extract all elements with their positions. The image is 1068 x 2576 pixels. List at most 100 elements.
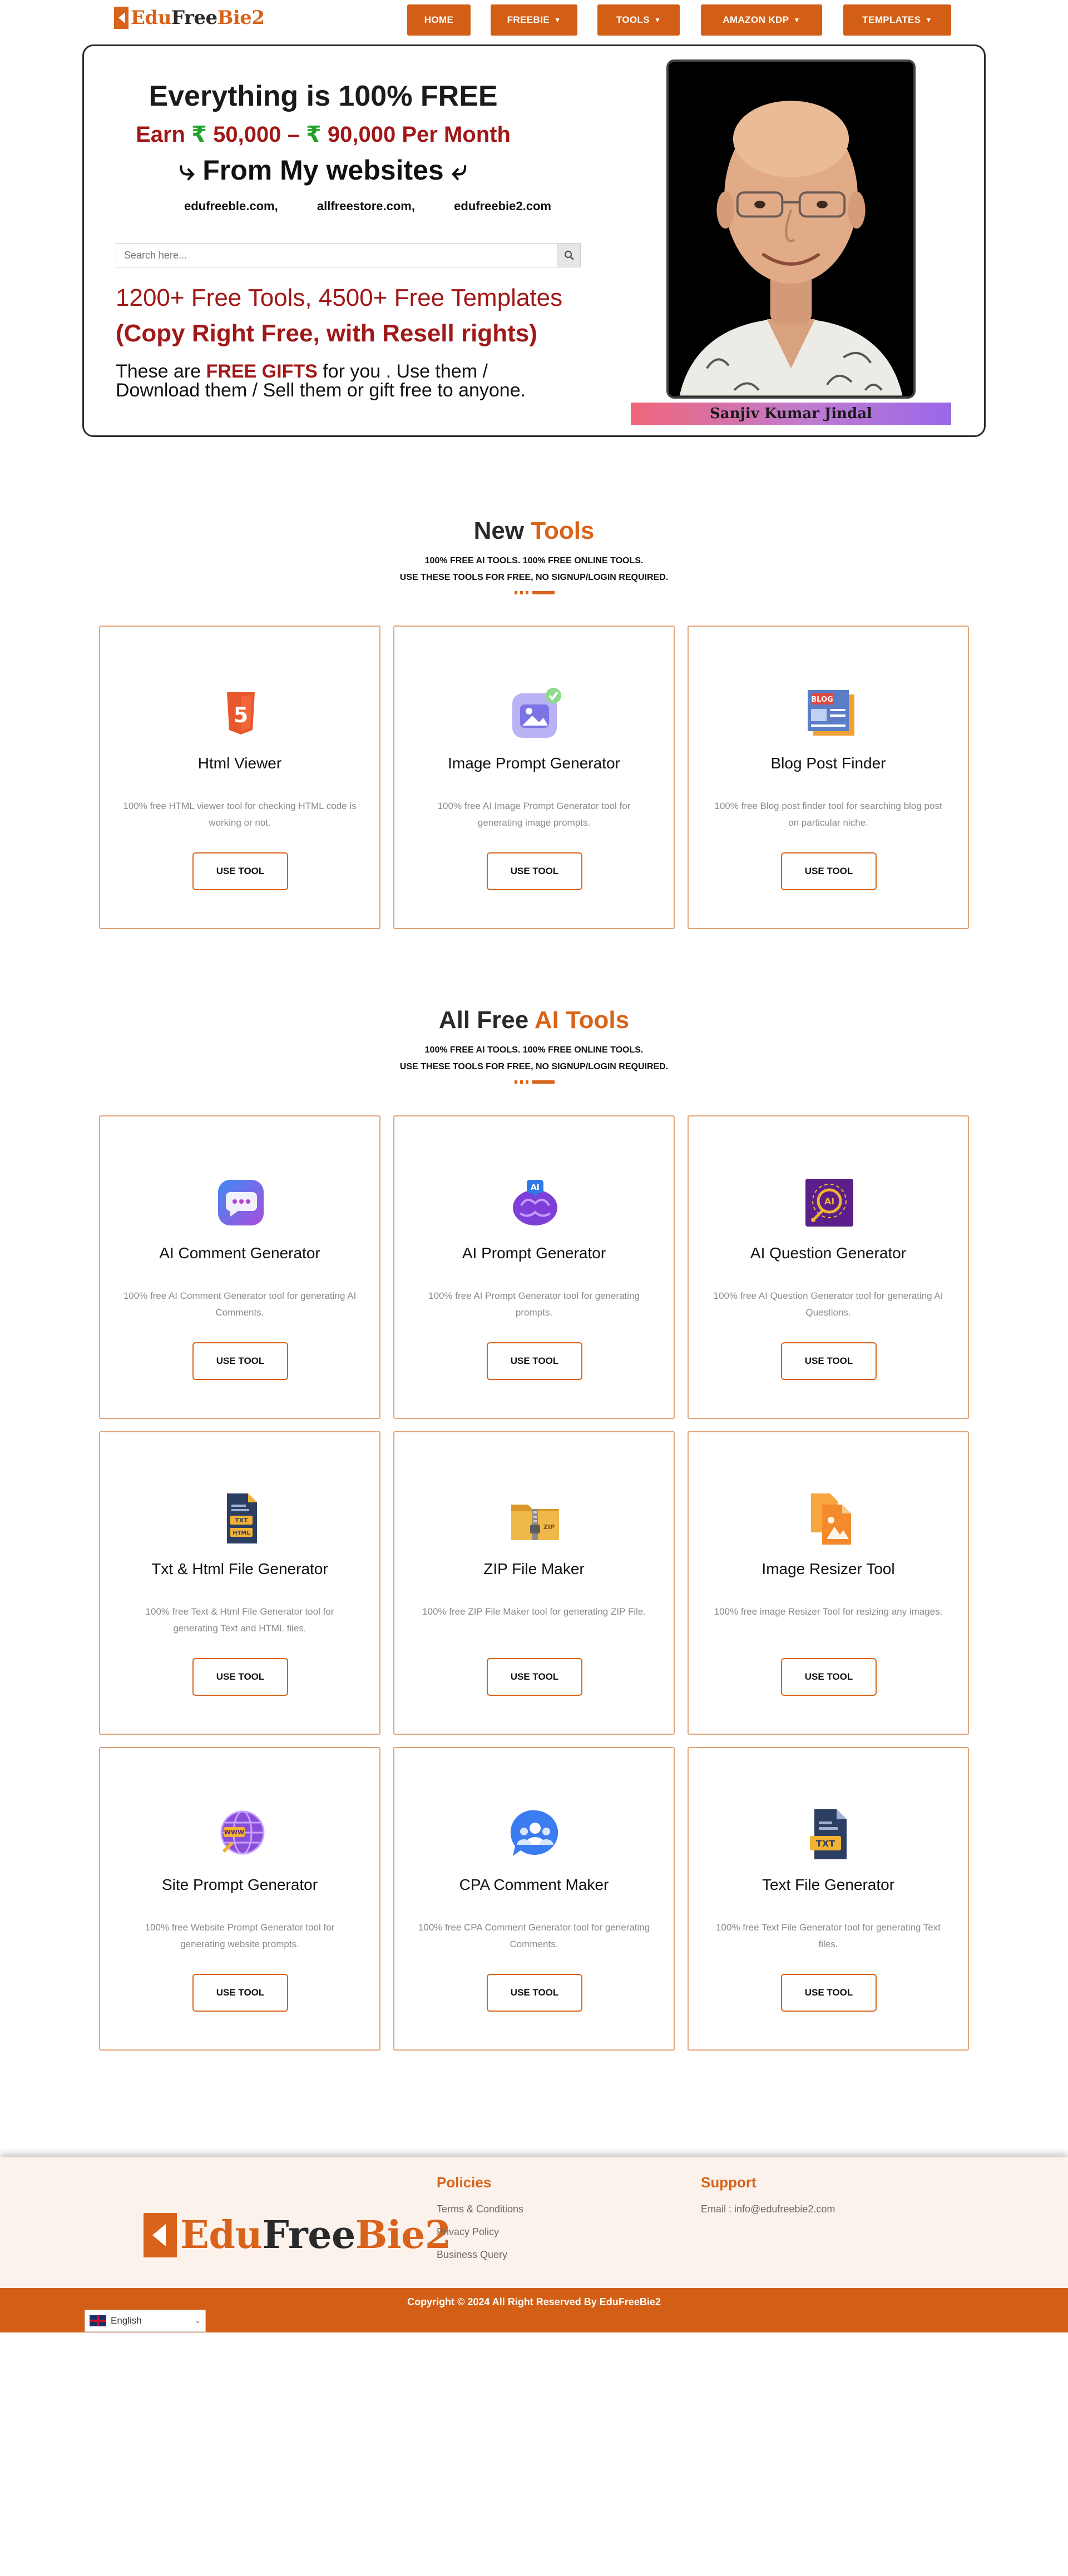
txt-file-icon: TXT [799,1804,860,1865]
chevron-down-icon: ▼ [554,16,561,24]
site-link-edufreebie2[interactable]: edufreebie2.com [454,199,551,214]
tool-description: 100% free Text & Html File Generator too… [145,1606,334,1634]
rupee-icon: ₹ [191,122,207,147]
tool-title: Image Resizer Tool [762,1560,895,1577]
hero-title: Everything is 100% FREE [149,80,498,112]
blog-icon: BLOG [799,682,860,743]
chevron-down-icon: ⌄ [195,2316,201,2325]
tool-title: Blog Post Finder [770,755,886,772]
tool-description: 100% free ZIP File Maker tool for genera… [422,1606,646,1617]
chat-bubble-icon [210,1172,271,1233]
hero-card: Everything is 100% FREE Earn ₹ 50,000 – … [82,44,986,437]
svg-text:HTML: HTML [233,1530,250,1536]
svg-text:AI: AI [531,1183,540,1192]
section-subtitle: 100% FREE AI TOOLS. 100% FREE ONLINE TOO… [399,1045,669,1072]
person-nameplate: Sanjiv Kumar Jindal [631,403,951,425]
tool-title: Image Prompt Generator [448,755,620,772]
use-tool-button[interactable]: USE TOOL [487,1342,582,1380]
footer-logo[interactable]: EduFreeBie2 [144,2213,451,2257]
use-tool-button[interactable]: USE TOOL [192,1974,288,2012]
chevron-down-icon: ▼ [925,16,932,24]
search-box [116,243,581,267]
ai-brain-icon: AI [505,1172,566,1233]
use-tool-button[interactable]: USE TOOL [487,1658,582,1696]
nav-home[interactable]: HOME [407,4,471,36]
footer: EduFreeBie2 Policies Terms & Conditions … [0,2157,1068,2288]
svg-text:WWW: WWW [224,1829,244,1836]
language-selector[interactable]: English ⌄ [85,2310,206,2332]
tool-description: 100% free AI Comment Generator tool for … [123,1291,357,1318]
main-nav: HOME FREEBIE ▼ TOOLS ▼ AMAZON KDP ▼ TEMPLAT… [0,4,1068,36]
footer-link-business-query[interactable]: Business Query [437,2249,523,2261]
tool-description: 100% free Text File Generator tool for g… [716,1922,941,1949]
ai-question-icon: AI [799,1172,860,1233]
portrait-illustration [669,62,913,396]
nav-freebie[interactable]: FREEBIE ▼ [491,4,577,36]
hero-gifts-text: These are FREE GIFTS for you . Use them … [116,361,526,401]
section-title: All Free AI Tools [438,1006,630,1034]
use-tool-button[interactable]: USE TOOL [487,1974,582,2012]
use-tool-button[interactable]: USE TOOL [781,1342,877,1380]
tool-title: AI Question Generator [750,1244,907,1262]
footer-policies: Policies Terms & Conditions Privacy Poli… [437,2174,523,2272]
use-tool-button[interactable]: USE TOOL [487,852,582,890]
nav-templates[interactable]: TEMPLATES ▼ [843,4,951,36]
tool-card: ZIP ZIP File Maker 100% free ZIP File Ma… [393,1431,675,1735]
footer-email[interactable]: Email : info@edufreebie2.com [701,2203,835,2215]
section-subtitle: 100% FREE AI TOOLS. 100% FREE ONLINE TOO… [399,556,669,583]
svg-text:TXT: TXT [816,1838,835,1849]
tool-card: AI AI Question Generator 100% free AI Qu… [688,1115,969,1419]
footer-heading: Policies [437,2174,492,2191]
tool-title: Html Viewer [197,755,282,772]
tool-description: 100% free Website Prompt Generator tool … [145,1922,335,1949]
tool-description: 100% free Blog post finder tool for sear… [714,801,942,828]
nav-tools[interactable]: TOOLS ▼ [597,4,680,36]
uk-flag-icon [90,2315,106,2326]
use-tool-button[interactable]: USE TOOL [192,852,288,890]
new-tools-header: New Tools 100% FREE AI TOOLS. 100% FREE … [0,517,1068,594]
tool-title: CPA Comment Maker [459,1876,609,1893]
search-button[interactable] [557,244,580,267]
tool-card: AI AI Prompt Generator 100% free AI Prom… [393,1115,675,1419]
txt-html-file-icon: TXT HTML [210,1488,271,1549]
site-link-allfreestore[interactable]: allfreestore.com, [317,199,415,214]
footer-heading: Support [701,2174,756,2191]
svg-text:ZIP: ZIP [543,1523,555,1531]
tool-description: 100% free HTML viewer tool for checking … [123,801,357,828]
tool-card: BLOG Blog Post Finder 100% free Blog pos… [688,626,969,929]
hero-earnings: Earn ₹ 50,000 – ₹ 90,000 Per Month [136,122,511,147]
tool-card: 5 Html Viewer 100% free HTML viewer tool… [99,626,380,929]
section-divider [515,590,555,594]
section-divider [515,1080,555,1084]
tool-card: TXT HTML Txt & Html File Generator 100% f… [99,1431,380,1735]
use-tool-button[interactable]: USE TOOL [192,1342,288,1380]
all-tools-header: All Free AI Tools 100% FREE AI TOOLS. 10… [0,1006,1068,1084]
footer-link-terms[interactable]: Terms & Conditions [437,2203,523,2215]
use-tool-button[interactable]: USE TOOL [781,1658,877,1696]
svg-text:5: 5 [234,703,248,727]
logo-mark-icon [144,2213,177,2257]
tool-title: Txt & Html File Generator [151,1560,328,1577]
use-tool-button[interactable]: USE TOOL [781,1974,877,2012]
footer-link-privacy[interactable]: Privacy Policy [437,2226,523,2238]
use-tool-button[interactable]: USE TOOL [781,852,877,890]
search-input[interactable] [116,244,557,267]
tool-title: AI Prompt Generator [462,1244,606,1262]
nav-amazon-kdp[interactable]: AMAZON KDP ▼ [701,4,822,36]
hero-site-links: edufreeble.com, allfreestore.com, edufre… [184,199,551,214]
use-tool-button[interactable]: USE TOOL [192,1658,288,1696]
section-title: New Tools [473,517,595,544]
site-link-edufreeble[interactable]: edufreeble.com, [184,199,278,214]
image-prompt-icon [505,682,566,743]
rupee-icon: ₹ [305,122,322,147]
svg-text:AI: AI [824,1196,834,1207]
tool-card: AI Comment Generator 100% free AI Commen… [99,1115,380,1419]
svg-text:TXT: TXT [235,1517,248,1524]
tool-description: 100% free AI Question Generator tool for… [713,1291,943,1318]
chevron-down-icon: ▼ [654,16,661,24]
hero-from-websites: ⤷ From My websites ⤶ [179,155,467,186]
tool-description: 100% free CPA Comment Generator tool for… [418,1922,650,1949]
tool-title: Text File Generator [762,1876,895,1893]
tool-card: Image Prompt Generator 100% free AI Imag… [393,626,675,929]
top-bar: EduFreeBie2 HOME FREEBIE ▼ TOOLS ▼ AMAZON … [0,0,1068,40]
